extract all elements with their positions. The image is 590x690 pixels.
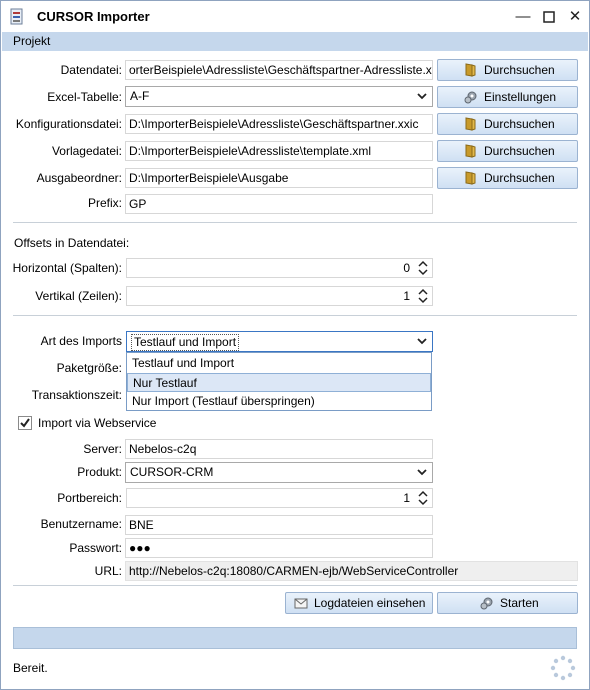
starten-button[interactable]: Starten	[437, 592, 578, 614]
ausgabeordner-label: Ausgabeordner:	[36, 171, 122, 185]
einstellungen-label: Einstellungen	[484, 90, 557, 104]
vorlagedatei-browse-label: Durchsuchen	[484, 144, 555, 158]
vorlagedatei-field[interactable]: D:\ImporterBeispiele\Adressliste\templat…	[125, 141, 433, 161]
art-des-imports-label: Art des Imports	[40, 334, 122, 348]
prefix-field[interactable]: GP	[125, 194, 433, 214]
produkt-label: Produkt:	[77, 465, 122, 479]
url-field: http://Nebelos-c2q:18080/CARMEN-ejb/WebS…	[125, 561, 578, 581]
folder-icon	[465, 171, 476, 185]
importer-window: CURSOR Importer — ✕ Projekt Datendatei: …	[0, 0, 590, 690]
dropdown-option[interactable]: Testlauf und Import	[127, 354, 431, 373]
title-bar: CURSOR Importer — ✕	[1, 1, 589, 32]
vertikal-value: 1	[403, 289, 410, 303]
vertikal-label: Vertikal (Zeilen):	[35, 289, 122, 303]
spinner-arrows-icon[interactable]	[416, 489, 430, 507]
vertikal-spinner[interactable]: 1	[126, 286, 433, 306]
spinner-arrows-icon[interactable]	[416, 287, 430, 305]
benutzername-field[interactable]: BNE	[125, 515, 433, 535]
webservice-checkbox-label[interactable]: Import via Webservice	[38, 413, 156, 433]
server-field[interactable]: Nebelos-c2q	[125, 439, 433, 459]
portbereich-label: Portbereich:	[57, 491, 122, 505]
konfigurationsdatei-browse-label: Durchsuchen	[484, 117, 555, 131]
produkt-value: CURSOR-CRM	[130, 465, 214, 479]
ausgabeordner-browse-button[interactable]: Durchsuchen	[437, 167, 578, 189]
log-file-icon	[294, 598, 308, 609]
transaktionszeit-label: Transaktionszeit:	[31, 388, 122, 402]
separator	[13, 585, 577, 586]
horizontal-label: Horizontal (Spalten):	[12, 261, 122, 275]
app-icon	[10, 8, 23, 25]
excel-tabelle-select[interactable]: A-F	[125, 86, 433, 107]
maximize-icon[interactable]	[539, 7, 559, 27]
separator	[13, 222, 577, 223]
url-label: URL:	[94, 564, 122, 578]
konfigurationsdatei-label: Konfigurationsdatei:	[15, 117, 122, 131]
folder-icon	[465, 117, 476, 131]
status-text: Bereit.	[13, 661, 48, 675]
busy-spinner-icon	[550, 655, 576, 681]
gear-icon	[464, 91, 477, 104]
art-des-imports-dropdown: Testlauf und Import Nur Testlauf Nur Imp…	[126, 352, 432, 411]
folder-icon	[465, 63, 476, 77]
portbereich-value: 1	[403, 491, 410, 505]
horizontal-value: 0	[403, 261, 410, 275]
datendatei-field[interactable]: orterBeispiele\Adressliste\Geschäftspart…	[125, 60, 433, 80]
horizontal-spinner[interactable]: 0	[126, 258, 433, 278]
benutzername-label: Benutzername:	[40, 517, 122, 531]
einstellungen-button[interactable]: Einstellungen	[437, 86, 578, 108]
vorlagedatei-browse-button[interactable]: Durchsuchen	[437, 140, 578, 162]
art-des-imports-select[interactable]: Testlauf und Import	[126, 331, 433, 352]
datendatei-label: Datendatei:	[60, 63, 122, 77]
datendatei-browse-button[interactable]: Durchsuchen	[437, 59, 578, 81]
prefix-label: Prefix:	[87, 196, 122, 210]
chevron-down-icon	[417, 338, 427, 345]
checkmark-icon	[20, 418, 30, 428]
server-label: Server:	[83, 442, 122, 456]
close-icon[interactable]: ✕	[565, 7, 585, 27]
folder-icon	[465, 144, 476, 158]
offsets-heading: Offsets in Datendatei:	[14, 236, 130, 250]
art-des-imports-value: Testlauf und Import	[131, 334, 240, 351]
starten-label: Starten	[500, 596, 539, 610]
chevron-down-icon	[417, 469, 427, 476]
webservice-checkbox[interactable]	[18, 416, 32, 430]
chevron-down-icon	[417, 93, 427, 100]
vorlagedatei-label: Vorlagedatei:	[51, 144, 122, 158]
konfigurationsdatei-browse-button[interactable]: Durchsuchen	[437, 113, 578, 135]
logdateien-button[interactable]: Logdateien einsehen	[285, 592, 433, 614]
excel-tabelle-label: Excel-Tabelle:	[47, 90, 122, 104]
konfigurationsdatei-field[interactable]: D:\ImporterBeispiele\Adressliste\Geschäf…	[125, 114, 433, 134]
window-title: CURSOR Importer	[37, 9, 150, 24]
menu-projekt[interactable]: Projekt	[13, 34, 50, 48]
dropdown-option-highlighted[interactable]: Nur Testlauf	[127, 373, 431, 392]
portbereich-spinner[interactable]: 1	[126, 488, 433, 508]
separator	[13, 315, 577, 316]
passwort-label: Passwort:	[69, 541, 122, 555]
datendatei-browse-label: Durchsuchen	[484, 63, 555, 77]
logdateien-label: Logdateien einsehen	[314, 596, 426, 610]
passwort-field[interactable]: ●●●	[125, 538, 433, 558]
paketgroesse-label: Paketgröße:	[56, 361, 122, 375]
minimize-icon[interactable]: —	[513, 7, 533, 27]
gear-icon	[480, 597, 493, 610]
menu-bar: Projekt	[2, 32, 588, 51]
dropdown-option[interactable]: Nur Import (Testlauf überspringen)	[127, 392, 431, 411]
ausgabeordner-field[interactable]: D:\ImporterBeispiele\Ausgabe	[125, 168, 433, 188]
excel-tabelle-value: A-F	[130, 89, 150, 103]
ausgabeordner-browse-label: Durchsuchen	[484, 171, 555, 185]
produkt-select[interactable]: CURSOR-CRM	[125, 462, 433, 483]
progress-bar	[13, 627, 577, 649]
spinner-arrows-icon[interactable]	[416, 259, 430, 277]
